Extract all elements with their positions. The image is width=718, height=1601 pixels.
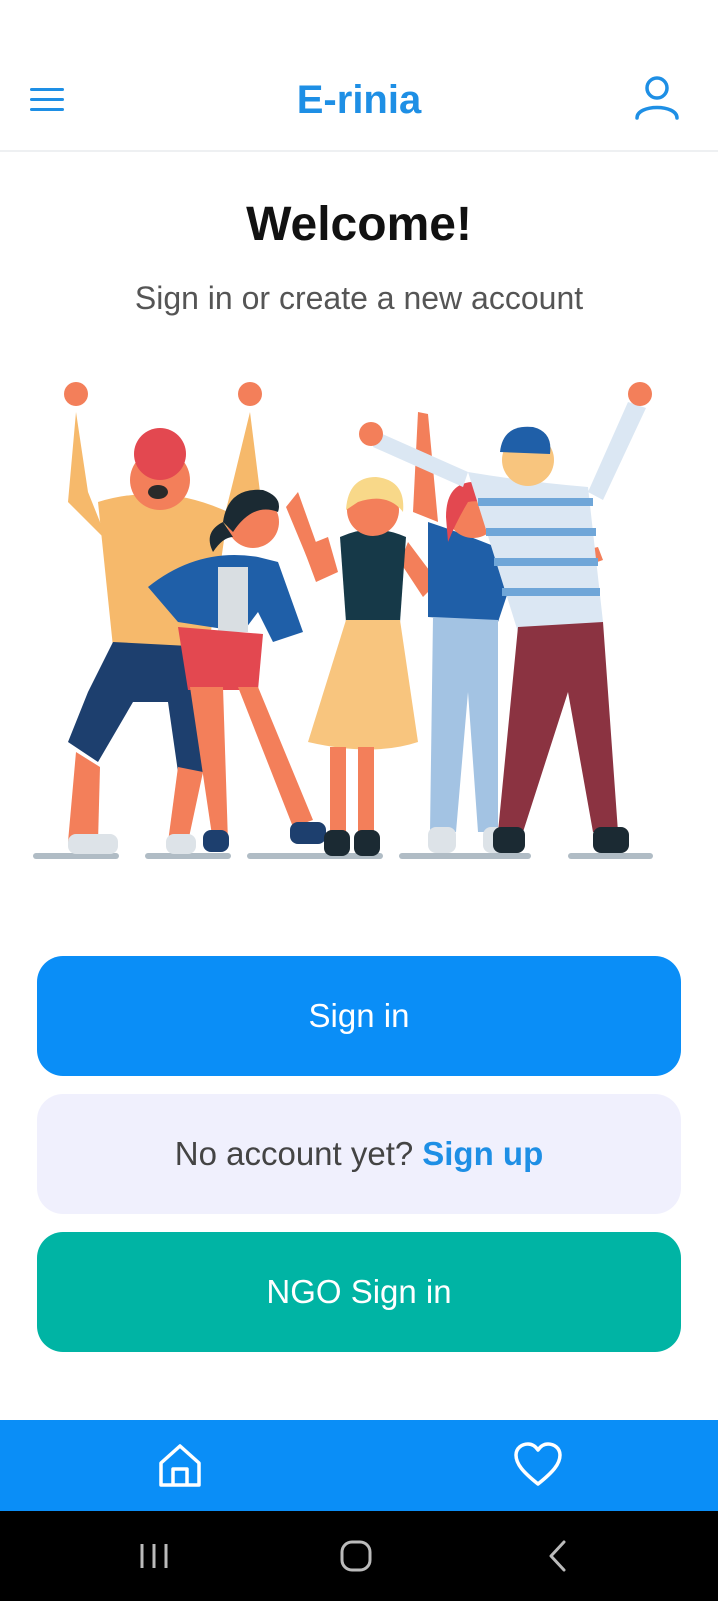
group-of-friends-waving-illustration	[33, 382, 653, 859]
nav-home-button[interactable]	[145, 1430, 215, 1500]
sign-up-link[interactable]: Sign up	[422, 1135, 543, 1173]
sign-in-button-label: Sign in	[308, 997, 410, 1034]
bottom-navigation	[0, 1420, 718, 1511]
welcome-title: Welcome!	[246, 198, 472, 251]
system-navigation-bar	[0, 1511, 718, 1601]
heart-icon	[514, 1442, 562, 1486]
back-button[interactable]	[528, 1531, 588, 1581]
app-title: E-rinia	[296, 78, 422, 122]
nav-favorites-button[interactable]	[503, 1430, 573, 1500]
user-account-icon	[635, 76, 679, 120]
recent-apps-button[interactable]	[124, 1531, 184, 1581]
recent-apps-icon	[140, 1544, 168, 1568]
home-icon	[159, 1444, 201, 1487]
sign-in-button[interactable]: Sign in	[37, 956, 681, 1076]
app-header: E-rinia	[0, 0, 718, 152]
ngo-sign-in-button-label: NGO Sign in	[266, 1273, 452, 1310]
sign-up-prompt-text: No account yet?	[174, 1135, 414, 1172]
account-button[interactable]	[632, 74, 682, 124]
system-home-button[interactable]	[326, 1531, 386, 1581]
back-icon	[549, 1540, 566, 1572]
ngo-sign-in-button[interactable]: NGO Sign in	[37, 1232, 681, 1352]
welcome-subtitle: Sign in or create a new account	[134, 280, 584, 316]
sign-up-prompt: No account yet? Sign up	[37, 1094, 681, 1214]
home-circle-icon	[340, 1540, 372, 1572]
